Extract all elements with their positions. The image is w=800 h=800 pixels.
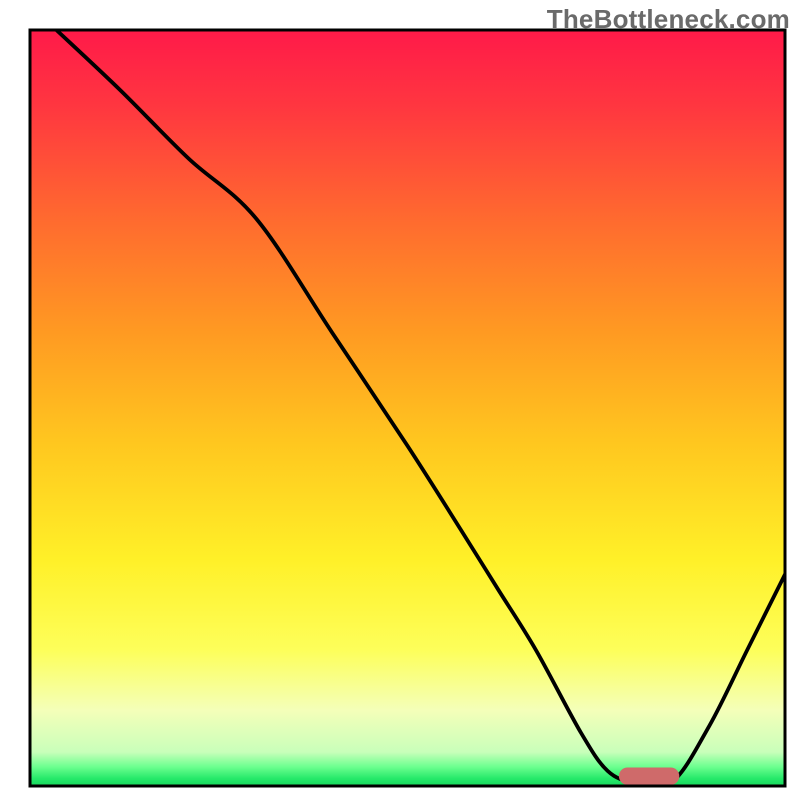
bottleneck-chart [0, 0, 800, 800]
optimal-marker [619, 767, 679, 784]
gradient-background [30, 30, 785, 786]
watermark-text: TheBottleneck.com [547, 4, 790, 35]
chart-container: TheBottleneck.com [0, 0, 800, 800]
